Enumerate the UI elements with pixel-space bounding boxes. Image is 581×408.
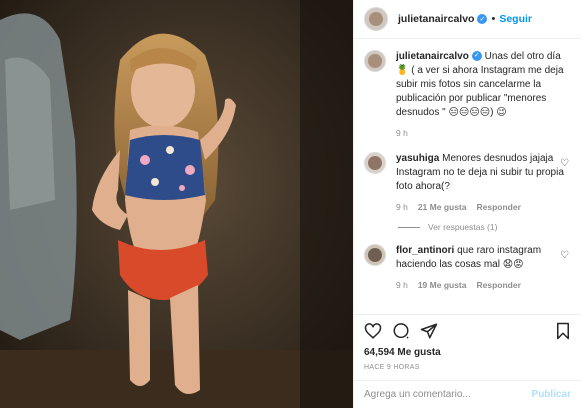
instagram-post: julietanaircalvo ✓ • Seguir julietanairc… [0,0,581,408]
comment-like-icon[interactable]: ♡ [560,250,569,261]
bookmark-icon[interactable] [555,322,571,340]
post-timestamp[interactable]: HACE 9 HORAS [364,364,571,371]
comment-likes[interactable]: 21 Me gusta [418,200,467,214]
heart-icon[interactable] [364,322,382,340]
caption-avatar[interactable] [364,50,386,72]
caption-username[interactable]: julietanaircalvo [396,51,469,62]
follow-button[interactable]: Seguir [499,13,532,25]
comment-time[interactable]: 9 h [396,278,408,292]
view-replies-label[interactable]: Ver respuestas (1) [428,222,497,232]
child-photo-image [0,0,353,408]
post-sidebar: julietanaircalvo ✓ • Seguir julietanairc… [353,0,581,408]
comment-username[interactable]: flor_antinori [396,245,454,256]
comment-like-icon[interactable]: ♡ [560,158,569,169]
comment-username[interactable]: yasuhiga [396,153,439,164]
comment-item: yasuhiga Menores desnudos jajaja Instagr… [364,152,571,214]
likes-count[interactable]: 64,594 Me gusta [364,347,571,358]
reply-button[interactable]: Responder [476,200,520,214]
comment-icon[interactable] [392,322,410,340]
post-actions: 64,594 Me gusta HACE 9 HORAS [354,314,581,371]
publish-button[interactable]: Publicar [532,389,571,400]
reply-button[interactable]: Responder [476,278,520,292]
action-icons [364,319,571,343]
caption: julietanaircalvo ✓ Unas del otro día 🍍 ( … [364,50,571,140]
post-photo[interactable] [0,0,353,408]
author-avatar[interactable] [364,7,388,31]
comment-avatar[interactable] [364,152,386,174]
replies-line [398,226,420,228]
comment-item: flor_antinori que raro instagram haciend… [364,244,571,292]
verified-badge-icon: ✓ [471,51,482,62]
post-header: julietanaircalvo ✓ • Seguir [354,0,581,39]
header-separator: • [491,13,496,25]
comment-avatar[interactable] [364,244,386,266]
comment-input[interactable] [364,389,532,400]
verified-badge-icon: ✓ [477,14,488,24]
caption-time[interactable]: 9 h [396,126,408,140]
author-username[interactable]: julietanaircalvo [398,13,474,25]
view-replies[interactable]: Ver respuestas (1) [398,222,571,232]
comment-likes[interactable]: 19 Me gusta [418,278,467,292]
comment-time[interactable]: 9 h [396,200,408,214]
comments-list[interactable]: julietanaircalvo ✓ Unas del otro día 🍍 ( … [354,50,581,306]
add-comment-bar: Publicar [354,380,581,408]
share-icon[interactable] [420,322,438,340]
